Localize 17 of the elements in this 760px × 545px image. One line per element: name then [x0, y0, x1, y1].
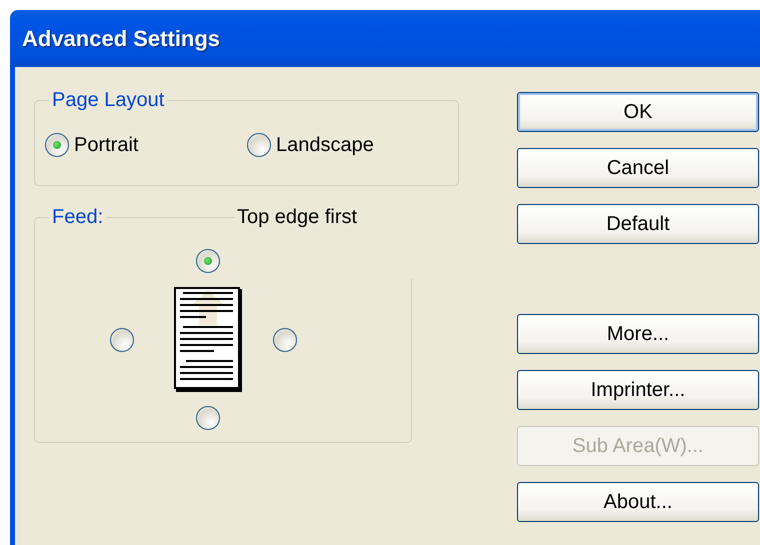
dialog-button[interactable]: Cancel	[517, 148, 759, 188]
window-title: Advanced Settings	[22, 26, 220, 52]
radio-button[interactable]	[45, 133, 69, 157]
radio-label[interactable]: Portrait	[74, 133, 138, 157]
radio-button[interactable]	[273, 328, 297, 352]
page-icon	[174, 287, 242, 392]
radio-button[interactable]	[110, 328, 134, 352]
radio-label[interactable]: Landscape	[276, 133, 374, 157]
radio-button[interactable]	[247, 133, 271, 157]
dialog-button[interactable]: Imprinter...	[517, 370, 759, 410]
dialog-button[interactable]: OK	[517, 92, 759, 132]
dialog-button[interactable]: About...	[517, 482, 759, 522]
radio-button[interactable]	[196, 406, 220, 430]
dialog-button[interactable]: More...	[517, 314, 759, 354]
radio-button[interactable]	[196, 249, 220, 273]
feed-caption: Top edge first	[236, 205, 358, 229]
dialog-button[interactable]: Default	[517, 204, 759, 244]
